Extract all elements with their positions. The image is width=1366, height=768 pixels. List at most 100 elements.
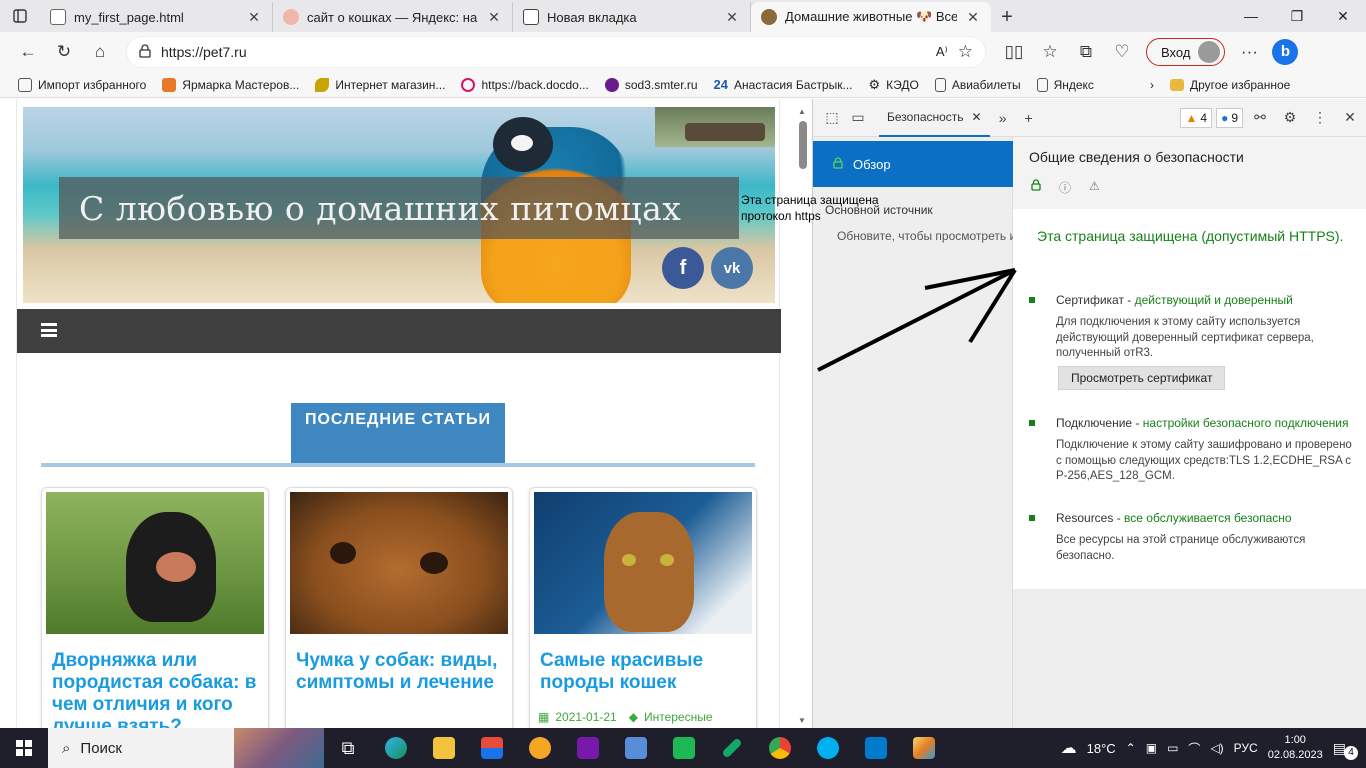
warnings-badge[interactable]: ▲ 4	[1180, 107, 1213, 128]
store-app-icon[interactable]	[468, 728, 516, 768]
bookmark-shop[interactable]: Интернет магазин...	[307, 77, 453, 92]
overview-item[interactable]: Обзор	[813, 141, 1013, 187]
bookmark-other[interactable]: Другое избранное	[1162, 78, 1298, 92]
skype-icon[interactable]	[804, 728, 852, 768]
bookmark-kedo[interactable]: ⚙ КЭДО	[861, 77, 927, 93]
clock[interactable]: 1:00 02.08.2023	[1268, 733, 1323, 763]
close-devtools-icon[interactable]: ✕	[1337, 105, 1363, 131]
bookmark-docdoc[interactable]: https://back.docdo...	[453, 77, 596, 92]
add-tab-icon[interactable]: +	[1016, 105, 1042, 131]
read-aloud-icon[interactable]: A⁾	[936, 44, 948, 60]
windows-start-icon[interactable]	[0, 728, 48, 768]
close-tab-icon[interactable]: ✕	[965, 9, 981, 26]
tab-new-tab[interactable]: Новая вкладка ✕	[513, 2, 751, 32]
bookmark-avia[interactable]: Авиабилеты	[927, 77, 1029, 92]
address-bar[interactable]: https://pet7.ru A⁾ ☆	[126, 36, 986, 68]
article-category[interactable]: Интересные	[644, 710, 713, 724]
weather-icon[interactable]: ☁	[1061, 738, 1077, 758]
network-icon[interactable]: ⚯	[1247, 105, 1273, 131]
scroll-thumb[interactable]	[799, 121, 807, 169]
close-tab-icon[interactable]: ✕	[246, 9, 262, 26]
close-tab-icon[interactable]: ✕	[972, 110, 982, 124]
tab-yandex-search[interactable]: сайт о кошках — Яндекс: нашлось ✕	[273, 2, 513, 32]
tab-title: Домашние животные 🐶 Все пр	[785, 9, 957, 24]
paint-icon[interactable]	[900, 728, 948, 768]
taskbar-search[interactable]: ⌕ Поиск	[48, 728, 324, 768]
volume-icon[interactable]: ◁)	[1210, 741, 1223, 755]
temperature[interactable]: 18°C	[1087, 741, 1116, 756]
close-tab-icon[interactable]: ✕	[724, 9, 740, 26]
view-certificate-button[interactable]: Просмотреть сертификат	[1058, 365, 1226, 390]
performance-icon[interactable]: ♡	[1104, 36, 1140, 68]
article-card[interactable]: Дворняжка или породистая собака: в чем о…	[41, 487, 269, 728]
meet-icon[interactable]: ▣	[1146, 741, 1157, 755]
bookmark-import[interactable]: Импорт избранного	[10, 77, 154, 92]
device-emulation-icon[interactable]: ▭	[845, 105, 871, 131]
tab-pets-active[interactable]: Домашние животные 🐶 Все пр ✕	[751, 2, 991, 32]
bookmark-yandex[interactable]: Яндекс	[1029, 77, 1102, 92]
inspect-element-icon[interactable]: ⬚	[819, 105, 845, 131]
refresh-icon[interactable]: ↻	[46, 36, 82, 68]
task-view-icon[interactable]: ⧉	[324, 728, 372, 768]
close-tab-icon[interactable]: ✕	[486, 9, 502, 26]
file-explorer-icon[interactable]	[420, 728, 468, 768]
minimize-icon[interactable]: —	[1228, 0, 1274, 32]
home-icon[interactable]: ⌂	[82, 36, 118, 68]
settings-icon[interactable]: ⚙	[1277, 105, 1303, 131]
bookmarks-overflow-icon[interactable]: ›	[1142, 78, 1162, 92]
split-screen-icon[interactable]: ▯▯	[996, 36, 1032, 68]
network-icon[interactable]: ⌒	[1188, 740, 1200, 757]
pen-app-icon[interactable]	[708, 728, 756, 768]
bookmark-24[interactable]: 24 Анастасия Бастрык...	[706, 77, 861, 92]
vscode-icon[interactable]	[852, 728, 900, 768]
article-card[interactable]: Чумка у собак: виды, симптомы и лечение	[285, 487, 513, 728]
facebook-icon[interactable]: f	[662, 247, 704, 289]
onenote-icon[interactable]	[564, 728, 612, 768]
item-status: все обслуживается безопасно	[1124, 511, 1292, 525]
article-title[interactable]: Чумка у собак: виды, симптомы и лечение	[296, 650, 502, 694]
battery-icon[interactable]: ▭	[1167, 741, 1178, 755]
dog-distemper-image[interactable]	[290, 492, 508, 634]
tray-overflow-icon[interactable]: ⌃	[1126, 741, 1136, 755]
tab-security[interactable]: Безопасность ✕	[879, 99, 990, 137]
restore-icon[interactable]: ❐	[1274, 0, 1320, 32]
back-icon[interactable]: ←	[10, 36, 46, 68]
scroll-down-icon[interactable]: ▼	[798, 716, 806, 725]
dog-mongrel-image[interactable]	[46, 492, 264, 634]
vk-icon[interactable]: vk	[711, 247, 753, 289]
lock-icon[interactable]	[139, 43, 151, 61]
signin-button[interactable]: Вход	[1146, 38, 1226, 66]
tab-title: my_first_page.html	[74, 9, 184, 25]
more-menu-icon[interactable]: ···	[1231, 36, 1267, 68]
language-indicator[interactable]: РУС	[1234, 741, 1258, 755]
yandex-browser-icon[interactable]	[516, 728, 564, 768]
tab-my-first-page[interactable]: my_first_page.html ✕	[40, 2, 273, 32]
messages-badge[interactable]: ● 9	[1216, 107, 1243, 128]
more-tabs-icon[interactable]: »	[990, 105, 1016, 131]
remote-desktop-icon[interactable]	[612, 728, 660, 768]
url-text[interactable]: https://pet7.ru	[161, 44, 247, 60]
devtools-menu-icon[interactable]: ⋮	[1307, 105, 1333, 131]
bing-copilot-icon[interactable]: b	[1267, 36, 1303, 68]
bookmark-label: Ярмарка Мастеров...	[182, 77, 300, 92]
cat-image[interactable]	[534, 492, 752, 634]
import-icon	[18, 77, 32, 92]
chrome-icon[interactable]	[756, 728, 804, 768]
new-tab-button[interactable]: +	[991, 2, 1023, 32]
dev-app-icon[interactable]	[660, 728, 708, 768]
scroll-up-icon[interactable]: ▲	[798, 107, 806, 116]
bookmark-yarmarka[interactable]: Ярмарка Мастеров...	[154, 77, 307, 92]
article-title[interactable]: Дворняжка или породистая собака: в чем о…	[52, 650, 258, 728]
hamburger-menu-icon[interactable]	[41, 323, 57, 337]
tab-actions-icon[interactable]	[0, 0, 40, 32]
favorite-star-icon[interactable]: ☆	[958, 42, 973, 62]
edge-app-icon[interactable]	[372, 728, 420, 768]
favorites-icon[interactable]: ☆	[1032, 36, 1068, 68]
close-window-icon[interactable]: ✕	[1320, 0, 1366, 32]
article-card[interactable]: Самые красивые породы кошек ▦ 2021-01-21…	[529, 487, 757, 728]
tag-icon: ◆	[628, 710, 638, 724]
article-title[interactable]: Самые красивые породы кошек	[540, 650, 746, 694]
collections-icon[interactable]: ⧉	[1068, 36, 1104, 68]
item-name: Сертификат	[1056, 293, 1124, 307]
bookmark-sod3[interactable]: sod3.smter.ru	[597, 77, 706, 92]
